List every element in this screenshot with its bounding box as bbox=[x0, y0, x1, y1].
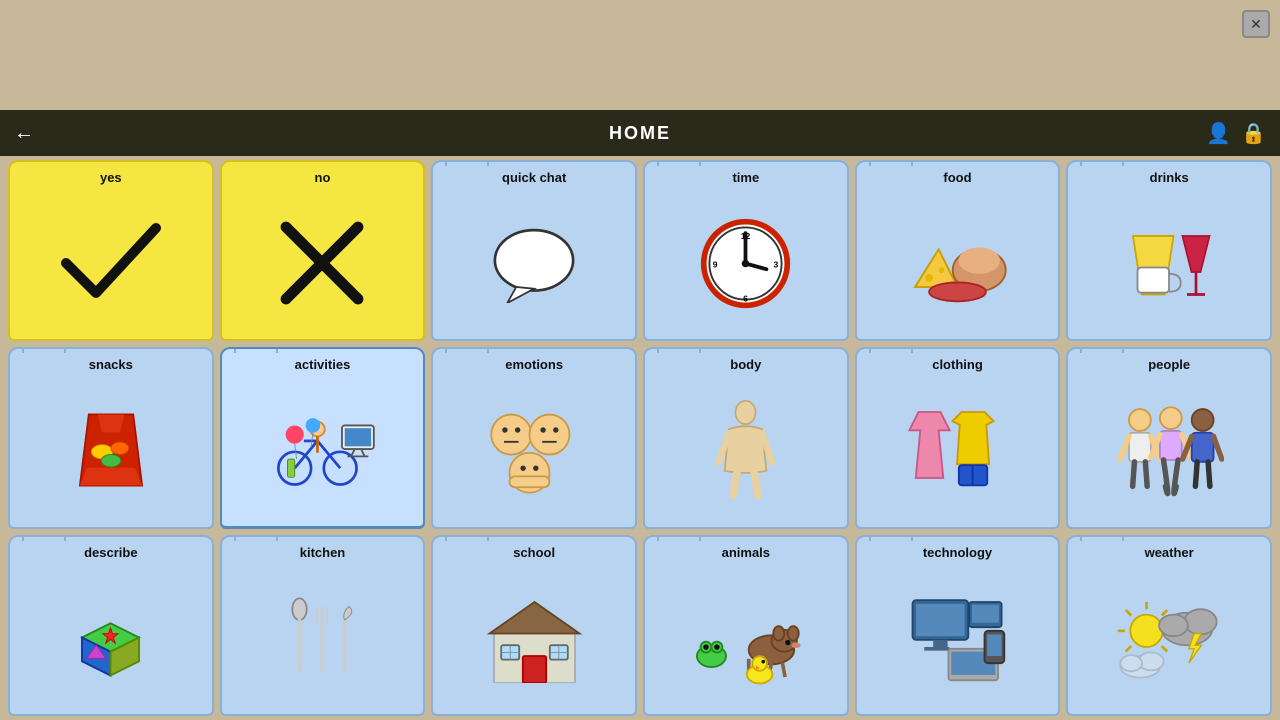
page-title: HOME bbox=[609, 123, 671, 144]
cell-icon-people bbox=[1072, 378, 1266, 522]
cell-label-activities: activities bbox=[295, 357, 351, 372]
svg-text:6: 6 bbox=[743, 293, 748, 303]
svg-text:12: 12 bbox=[741, 230, 751, 240]
cell-label-weather: weather bbox=[1145, 545, 1194, 560]
cell-yes[interactable]: yes bbox=[8, 160, 214, 341]
cell-label-school: school bbox=[513, 545, 555, 560]
navbar-right-icons: 👤 🔒 bbox=[1206, 121, 1266, 146]
cell-label-technology: technology bbox=[923, 545, 992, 560]
cell-icon-technology bbox=[861, 566, 1055, 710]
cell-clothing[interactable]: clothing bbox=[855, 347, 1061, 528]
cell-icon-weather bbox=[1072, 566, 1266, 710]
cell-technology[interactable]: technology bbox=[855, 535, 1061, 716]
cell-label-emotions: emotions bbox=[505, 357, 563, 372]
cell-icon-kitchen bbox=[226, 566, 420, 710]
cell-label-body: body bbox=[730, 357, 761, 372]
cell-label-describe: describe bbox=[84, 545, 137, 560]
cell-people[interactable]: people bbox=[1066, 347, 1272, 528]
cell-icon-body bbox=[649, 378, 843, 522]
cell-label-quick_chat: quick chat bbox=[502, 170, 566, 185]
cell-weather[interactable]: weather bbox=[1066, 535, 1272, 716]
cell-icon-clothing bbox=[861, 378, 1055, 522]
cell-label-time: time bbox=[732, 170, 759, 185]
cell-label-clothing: clothing bbox=[932, 357, 983, 372]
cell-icon-no bbox=[226, 191, 420, 335]
cell-label-no: no bbox=[315, 170, 331, 185]
cell-label-drinks: drinks bbox=[1150, 170, 1189, 185]
cell-icon-quick_chat bbox=[437, 191, 631, 335]
cell-icon-animals bbox=[649, 566, 843, 710]
cell-activities[interactable]: activities bbox=[220, 347, 426, 528]
back-button[interactable]: ← bbox=[14, 122, 34, 145]
cell-icon-yes bbox=[14, 191, 208, 335]
cell-label-animals: animals bbox=[722, 545, 770, 560]
category-grid: yes no quick chat time 12 3 6 9 food bbox=[0, 156, 1280, 720]
cell-describe[interactable]: describe bbox=[8, 535, 214, 716]
cell-icon-describe bbox=[14, 566, 208, 710]
svg-text:9: 9 bbox=[713, 259, 718, 269]
cell-label-people: people bbox=[1148, 357, 1190, 372]
cell-icon-drinks bbox=[1072, 191, 1266, 335]
cell-quick_chat[interactable]: quick chat bbox=[431, 160, 637, 341]
cell-label-kitchen: kitchen bbox=[300, 545, 346, 560]
cell-kitchen[interactable]: kitchen bbox=[220, 535, 426, 716]
user-icon[interactable]: 👤 bbox=[1206, 121, 1231, 146]
cell-school[interactable]: school bbox=[431, 535, 637, 716]
cell-drinks[interactable]: drinks bbox=[1066, 160, 1272, 341]
cell-icon-food bbox=[861, 191, 1055, 335]
cell-animals[interactable]: animals bbox=[643, 535, 849, 716]
cell-icon-emotions bbox=[437, 378, 631, 522]
top-area: ✕ bbox=[0, 0, 1280, 110]
cell-icon-activities bbox=[226, 378, 420, 521]
cell-body[interactable]: body bbox=[643, 347, 849, 528]
cell-label-food: food bbox=[943, 170, 971, 185]
cell-icon-snacks bbox=[14, 378, 208, 522]
svg-text:3: 3 bbox=[774, 259, 779, 269]
cell-label-snacks: snacks bbox=[89, 357, 133, 372]
lock-icon[interactable]: 🔒 bbox=[1241, 121, 1266, 146]
cell-emotions[interactable]: emotions bbox=[431, 347, 637, 528]
cell-time[interactable]: time 12 3 6 9 bbox=[643, 160, 849, 341]
cell-no[interactable]: no bbox=[220, 160, 426, 341]
cell-snacks[interactable]: snacks bbox=[8, 347, 214, 528]
navbar: ← HOME 👤 🔒 bbox=[0, 110, 1280, 156]
close-button[interactable]: ✕ bbox=[1242, 10, 1270, 38]
cell-label-yes: yes bbox=[100, 170, 122, 185]
cell-food[interactable]: food bbox=[855, 160, 1061, 341]
cell-icon-school bbox=[437, 566, 631, 710]
cell-icon-time: 12 3 6 9 bbox=[649, 191, 843, 335]
